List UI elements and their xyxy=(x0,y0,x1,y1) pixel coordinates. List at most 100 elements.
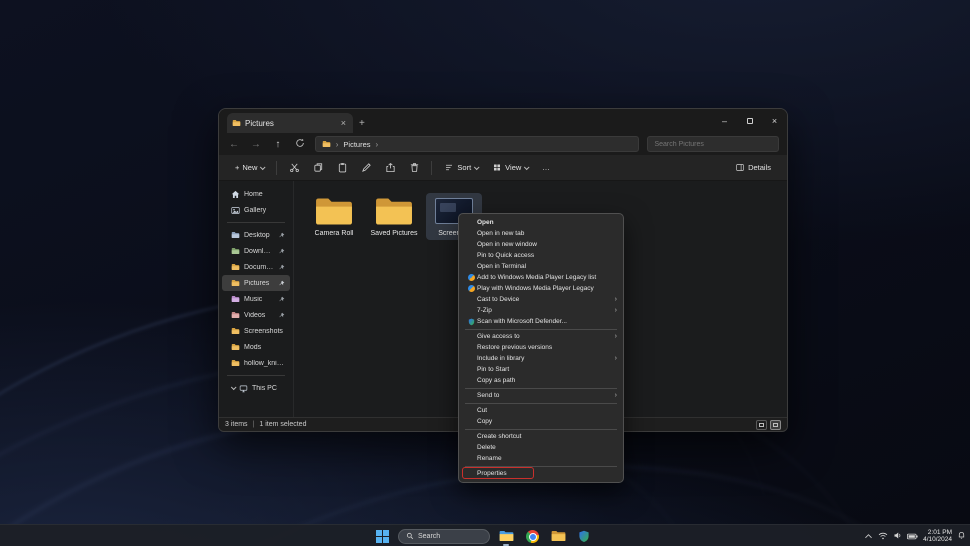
menu-item-play-wmp[interactable]: Play with Windows Media Player Legacy xyxy=(459,283,623,294)
menu-item-delete[interactable]: Delete xyxy=(459,442,623,453)
tray-expand-button[interactable] xyxy=(864,527,873,545)
sidebar-label: Documents xyxy=(244,264,274,271)
sidebar-item-gallery[interactable]: Gallery xyxy=(222,202,290,218)
tray-battery[interactable] xyxy=(907,527,918,545)
taskbar-clock[interactable]: 2:01 PM 4/10/2024 xyxy=(923,529,952,544)
submenu-arrow-icon: › xyxy=(615,296,617,303)
search-box[interactable] xyxy=(647,136,779,152)
desktop: Pictures × + – × ← → ↑ › Pictures › xyxy=(0,0,970,546)
refresh-button[interactable] xyxy=(293,138,307,151)
security-shield-icon xyxy=(578,530,590,543)
copy-button[interactable] xyxy=(307,158,329,177)
file-camera-roll[interactable]: Camera Roll xyxy=(306,193,362,240)
cut-icon xyxy=(289,162,300,173)
sidebar-item-home[interactable]: Home xyxy=(222,186,290,202)
folder-icon xyxy=(231,279,240,287)
menu-item-open-new-tab[interactable]: Open in new tab xyxy=(459,228,623,239)
maximize-button[interactable] xyxy=(737,109,762,133)
cut-button[interactable] xyxy=(283,158,305,177)
breadcrumb[interactable]: Pictures xyxy=(343,140,370,149)
sidebar-separator xyxy=(227,222,285,223)
expand-chevron-icon[interactable] xyxy=(231,384,237,390)
taskbar-folder[interactable] xyxy=(548,526,568,546)
menu-item-properties[interactable]: Properties xyxy=(459,468,623,479)
menu-item-open-new-window[interactable]: Open in new window xyxy=(459,239,623,250)
sidebar-item-music[interactable]: Music xyxy=(222,291,290,307)
sidebar-item-downloads[interactable]: Downloads xyxy=(222,243,290,259)
address-bar[interactable]: › Pictures › xyxy=(315,136,640,152)
share-button[interactable] xyxy=(379,158,401,177)
menu-separator xyxy=(465,429,617,430)
new-button[interactable]: + New xyxy=(229,158,270,177)
taskbar-defender[interactable] xyxy=(574,526,594,546)
sidebar-item-this-pc[interactable]: This PC xyxy=(222,380,290,396)
defender-shield-icon xyxy=(468,318,475,326)
delete-button[interactable] xyxy=(403,158,425,177)
details-view-toggle[interactable] xyxy=(770,420,781,430)
menu-item-create-shortcut[interactable]: Create shortcut xyxy=(459,431,623,442)
rename-button[interactable] xyxy=(355,158,377,177)
search-input[interactable] xyxy=(654,141,772,148)
menu-item-label: 7-Zip xyxy=(477,307,615,314)
sidebar-item-desktop[interactable]: Desktop xyxy=(222,227,290,243)
start-button[interactable] xyxy=(372,526,392,546)
close-button[interactable]: × xyxy=(762,109,787,133)
large-icons-view-toggle[interactable] xyxy=(756,420,767,430)
details-button[interactable]: Details xyxy=(729,158,777,177)
menu-item-copy[interactable]: Copy xyxy=(459,416,623,427)
menu-item-open-terminal[interactable]: Open in Terminal xyxy=(459,261,623,272)
minimize-button[interactable]: – xyxy=(712,109,737,133)
sidebar-item-screenshots[interactable]: Screenshots xyxy=(222,323,290,339)
notification-bell-button[interactable] xyxy=(957,527,966,545)
sidebar-label: hollow_knight_[ xyxy=(244,360,285,367)
file-saved-pictures[interactable]: Saved Pictures xyxy=(366,193,422,240)
sort-button[interactable]: Sort xyxy=(438,158,484,177)
menu-item-label: Scan with Microsoft Defender... xyxy=(477,318,617,325)
menu-item-pin-to-start[interactable]: Pin to Start xyxy=(459,364,623,375)
titlebar[interactable]: Pictures × + – × xyxy=(219,109,787,133)
sidebar-item-pictures[interactable]: Pictures xyxy=(222,275,290,291)
menu-separator xyxy=(465,329,617,330)
sidebar-item-mods[interactable]: Mods xyxy=(222,339,290,355)
back-button[interactable]: ← xyxy=(227,139,241,150)
taskbar-file-explorer[interactable] xyxy=(496,526,516,546)
menu-item-scan-defender[interactable]: Scan with Microsoft Defender... xyxy=(459,316,623,327)
menu-item-cut[interactable]: Cut xyxy=(459,405,623,416)
up-button[interactable]: ↑ xyxy=(271,139,285,150)
menu-item-include-library[interactable]: Include in library› xyxy=(459,353,623,364)
sidebar: Home Gallery Desktop Downloads xyxy=(219,181,294,417)
sidebar-label: Music xyxy=(244,296,274,303)
menu-item-label: Open in new tab xyxy=(477,230,617,237)
tab-close-icon[interactable]: × xyxy=(339,119,348,128)
maximize-icon xyxy=(747,118,753,124)
menu-item-cast-to-device[interactable]: Cast to Device› xyxy=(459,294,623,305)
forward-button[interactable]: → xyxy=(249,139,263,150)
view-button[interactable]: View xyxy=(486,158,534,177)
menu-item-restore-versions[interactable]: Restore previous versions xyxy=(459,342,623,353)
menu-item-label: Restore previous versions xyxy=(477,344,617,351)
menu-item-open[interactable]: Open xyxy=(459,217,623,228)
pc-icon xyxy=(239,384,248,393)
taskbar-chrome[interactable] xyxy=(522,526,542,546)
status-item-count: 3 items xyxy=(225,421,248,428)
menu-item-rename[interactable]: Rename xyxy=(459,453,623,464)
more-options-button[interactable]: … xyxy=(536,158,556,177)
tab-pictures[interactable]: Pictures × xyxy=(227,113,353,133)
pin-icon xyxy=(278,312,285,319)
details-label: Details xyxy=(748,163,771,172)
menu-item-pin-quick-access[interactable]: Pin to Quick access xyxy=(459,250,623,261)
sidebar-item-documents[interactable]: Documents xyxy=(222,259,290,275)
menu-item-copy-as-path[interactable]: Copy as path xyxy=(459,375,623,386)
sidebar-item-videos[interactable]: Videos xyxy=(222,307,290,323)
menu-item-7zip[interactable]: 7-Zip› xyxy=(459,305,623,316)
toolbar: + New Sort View … xyxy=(219,155,787,181)
paste-button[interactable] xyxy=(331,158,353,177)
new-tab-button[interactable]: + xyxy=(359,118,365,129)
taskbar-search[interactable]: Search xyxy=(398,529,490,544)
tray-wifi[interactable] xyxy=(878,527,888,545)
menu-item-give-access[interactable]: Give access to› xyxy=(459,331,623,342)
menu-item-send-to[interactable]: Send to› xyxy=(459,390,623,401)
sidebar-item-hollow-knight[interactable]: hollow_knight_[ xyxy=(222,355,290,371)
menu-item-add-wmp-list[interactable]: Add to Windows Media Player Legacy list xyxy=(459,272,623,283)
tray-volume[interactable] xyxy=(893,527,902,545)
